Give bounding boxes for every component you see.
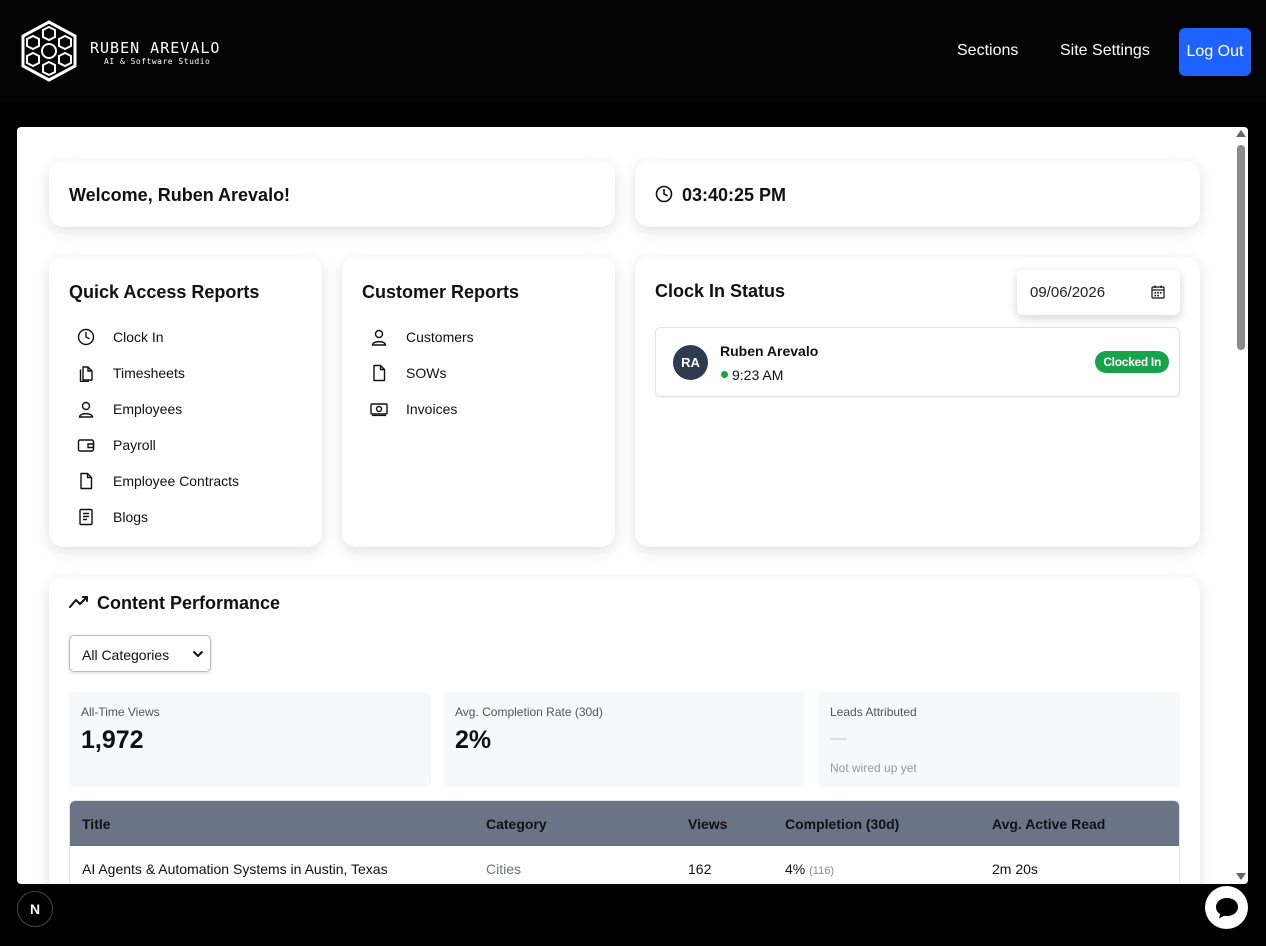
date-value: 09/06/2026 bbox=[1030, 284, 1106, 301]
customer-reports-title: Customer Reports bbox=[362, 282, 520, 302]
report-label: Blogs bbox=[113, 509, 149, 525]
date-picker[interactable]: 09/06/2026 bbox=[1017, 270, 1180, 315]
avatar: RA bbox=[673, 345, 708, 380]
report-link-customers[interactable]: Customers bbox=[370, 319, 474, 355]
stat-all-time-views: All-Time Views 1,972 bbox=[69, 692, 431, 787]
cell-completion: 4% (116) bbox=[785, 861, 834, 877]
chat-button[interactable] bbox=[1205, 886, 1248, 929]
logout-button[interactable]: Log Out bbox=[1179, 28, 1251, 76]
report-label: Payroll bbox=[113, 437, 156, 453]
employee-name: Ruben Arevalo bbox=[720, 343, 819, 359]
studio-logo-icon[interactable] bbox=[20, 20, 78, 82]
report-link-blogs[interactable]: Blogs bbox=[77, 499, 239, 535]
nav-sections-link[interactable]: Sections bbox=[957, 42, 1018, 60]
brand: RUBEN AREVALO AI & Software Studio bbox=[90, 39, 220, 67]
calendar-icon[interactable] bbox=[1151, 285, 1165, 299]
document-icon bbox=[80, 472, 93, 490]
clock-icon bbox=[77, 328, 95, 346]
user-icon bbox=[371, 329, 387, 346]
column-header-views[interactable]: Views bbox=[688, 816, 727, 832]
cell-category: Cities bbox=[486, 861, 522, 877]
scroll-down-arrow-icon[interactable] bbox=[1236, 873, 1246, 880]
content-performance-title: Content Performance bbox=[97, 593, 281, 613]
customer-reports-list: Customers SOWs Invoices bbox=[370, 319, 474, 427]
stat-avg-completion: Avg. Completion Rate (30d) 2% bbox=[443, 692, 805, 787]
stat-label: Avg. Completion Rate (30d) bbox=[455, 705, 603, 719]
welcome-card: Welcome, Ruben Arevalo! bbox=[49, 161, 615, 227]
stat-value: 1,972 bbox=[81, 726, 144, 754]
report-label: Timesheets bbox=[113, 365, 185, 381]
stat-value: 2% bbox=[455, 726, 492, 754]
documents-icon bbox=[79, 366, 93, 382]
cell-title: AI Agents & Automation Systems in Austin… bbox=[82, 861, 388, 877]
brand-name: RUBEN AREVALO bbox=[90, 39, 221, 57]
dashboard-panel: Welcome, Ruben Arevalo! 03:40:25 PM Quic… bbox=[17, 127, 1248, 884]
chat-bubble-icon bbox=[1215, 897, 1238, 918]
clock-in-time: 9:23 AM bbox=[732, 367, 784, 383]
clock-status-entry: RA Ruben Arevalo 9:23 AM Clocked In bbox=[655, 327, 1180, 397]
report-label: SOWs bbox=[406, 365, 447, 381]
clock-icon bbox=[655, 185, 673, 203]
content-table: Title Category Views Completion (30d) Av… bbox=[69, 800, 1180, 884]
stat-note: Not wired up yet bbox=[830, 761, 917, 775]
report-label: Employee Contracts bbox=[113, 473, 240, 489]
report-link-invoices[interactable]: Invoices bbox=[370, 391, 474, 427]
customer-reports-card: Customer Reports Customers SOWs Invoices bbox=[342, 257, 615, 547]
quick-access-title: Quick Access Reports bbox=[69, 282, 260, 302]
chevron-down-icon bbox=[193, 651, 203, 657]
cell-avg-read: 2m 20s bbox=[992, 861, 1038, 877]
report-link-timesheets[interactable]: Timesheets bbox=[77, 355, 239, 391]
user-icon bbox=[78, 401, 94, 418]
column-header-title[interactable]: Title bbox=[82, 816, 111, 832]
report-label: Customers bbox=[406, 329, 474, 345]
vertical-scrollbar[interactable] bbox=[1234, 127, 1248, 884]
quick-access-list: Clock In Timesheets Employees Payroll Em… bbox=[77, 319, 239, 535]
report-link-employee-contracts[interactable]: Employee Contracts bbox=[77, 463, 239, 499]
stat-label: Leads Attributed bbox=[830, 705, 917, 719]
current-time: 03:40:25 PM bbox=[682, 185, 787, 205]
scroll-up-arrow-icon[interactable] bbox=[1236, 130, 1246, 137]
brand-tagline: AI & Software Studio bbox=[104, 57, 211, 66]
clock-status-title: Clock In Status bbox=[655, 281, 786, 301]
wallet-icon bbox=[77, 439, 95, 452]
column-header-avg-read[interactable]: Avg. Active Read bbox=[992, 816, 1105, 832]
column-header-completion[interactable]: Completion (30d) bbox=[785, 816, 899, 832]
scroll-thumb[interactable] bbox=[1237, 145, 1245, 350]
report-label: Employees bbox=[113, 401, 183, 417]
cell-views: 162 bbox=[688, 861, 712, 877]
completion-rate: 4% bbox=[785, 861, 806, 877]
stat-leads-attributed: Leads Attributed Not wired up yet bbox=[818, 692, 1180, 787]
report-label: Clock In bbox=[113, 329, 164, 345]
column-header-category[interactable]: Category bbox=[486, 816, 547, 832]
banknote-icon bbox=[370, 403, 388, 417]
trend-line-icon bbox=[69, 596, 88, 608]
completion-count: (116) bbox=[809, 865, 834, 877]
stat-label: All-Time Views bbox=[81, 705, 160, 719]
time-card: 03:40:25 PM bbox=[635, 161, 1200, 227]
report-label: Invoices bbox=[406, 401, 458, 417]
report-link-payroll[interactable]: Payroll bbox=[77, 427, 239, 463]
welcome-text: Welcome, Ruben Arevalo! bbox=[69, 185, 291, 205]
status-badge: Clocked In bbox=[1095, 351, 1169, 373]
table-header: Title Category Views Completion (30d) Av… bbox=[70, 801, 1179, 846]
table-row[interactable]: AI Agents & Automation Systems in Austin… bbox=[70, 846, 1179, 884]
online-dot-icon bbox=[721, 371, 728, 378]
report-link-sows[interactable]: SOWs bbox=[370, 355, 474, 391]
empty-value-dash bbox=[830, 738, 847, 740]
quick-access-card: Quick Access Reports Clock In Timesheets… bbox=[49, 257, 322, 547]
document-icon bbox=[373, 364, 386, 382]
nav-site-settings-link[interactable]: Site Settings bbox=[1060, 42, 1150, 60]
report-link-clock-in[interactable]: Clock In bbox=[77, 319, 239, 355]
category-select-value: All Categories bbox=[82, 647, 170, 663]
next-dev-badge[interactable]: N bbox=[17, 891, 53, 927]
report-link-employees[interactable]: Employees bbox=[77, 391, 239, 427]
blog-icon bbox=[79, 508, 93, 526]
top-header: RUBEN AREVALO AI & Software Studio Secti… bbox=[0, 0, 1266, 103]
category-select[interactable]: All Categories bbox=[69, 635, 211, 672]
